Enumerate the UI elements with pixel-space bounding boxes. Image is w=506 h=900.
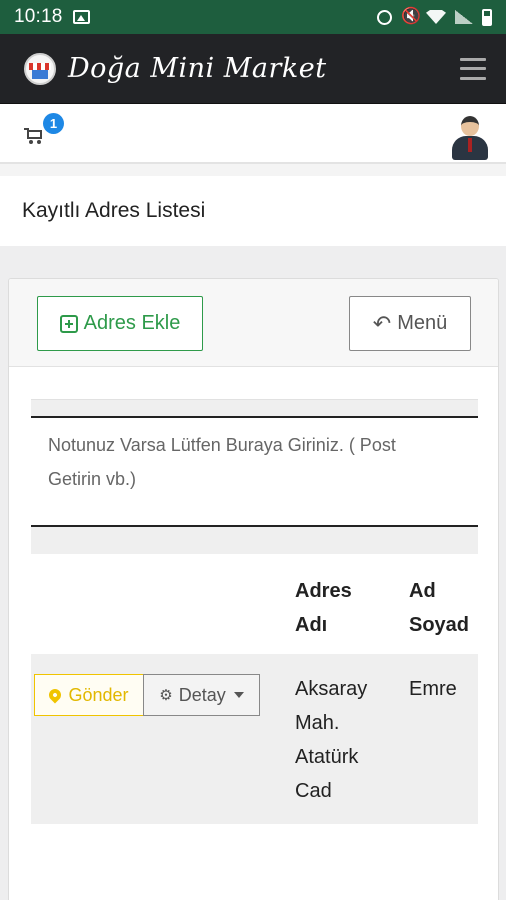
top-navbar: Doğa Mini Market xyxy=(0,34,506,104)
cart-count-badge: 1 xyxy=(43,113,64,134)
header-text: Soyad xyxy=(409,614,470,636)
address-line: Atatürk xyxy=(295,746,359,768)
brand-title[interactable]: Doğa Mini Market xyxy=(68,53,327,84)
add-address-label: Adres Ekle xyxy=(83,312,181,334)
table-row: Gönder ⚙ Detay Aksaray Mah. Atatürk Cad … xyxy=(31,654,478,824)
page-header: Kayıtlı Adres Listesi xyxy=(0,176,506,246)
table-top-bar xyxy=(31,399,478,416)
full-name-cell: Emre xyxy=(409,678,457,700)
plus-square-icon xyxy=(59,314,78,333)
card-header: Adres Ekle ↶ Menü xyxy=(9,279,498,367)
store-logo-icon[interactable] xyxy=(24,52,56,85)
detail-dropdown-button[interactable]: ⚙ Detay xyxy=(143,674,260,716)
column-header-address-name: Adres Adı xyxy=(295,574,352,642)
status-bar: 10:18 🔇 xyxy=(0,0,506,34)
main-content: Adres Ekle ↶ Menü Notunuz Varsa Lütfen B… xyxy=(0,246,506,900)
divider-band xyxy=(0,164,506,176)
detail-label: Detay xyxy=(178,684,226,705)
column-header-full-name: Ad Soyad xyxy=(409,574,469,642)
user-avatar-icon[interactable] xyxy=(452,116,488,160)
sub-toolbar xyxy=(0,104,506,164)
add-address-button[interactable]: Adres Ekle xyxy=(37,296,203,351)
header-text: Adres xyxy=(295,580,352,602)
send-label: Gönder xyxy=(68,684,129,705)
address-line: Mah. xyxy=(295,712,340,734)
alarm-icon xyxy=(377,9,392,25)
header-text: Ad xyxy=(409,580,436,602)
mute-icon: 🔇 xyxy=(401,8,421,25)
cart-icon[interactable] xyxy=(24,128,44,144)
gears-icon: ⚙ xyxy=(159,687,173,704)
address-list: Notunuz Varsa Lütfen Buraya Giriniz. ( P… xyxy=(31,399,478,824)
address-line: Cad xyxy=(295,780,332,802)
note-line-2: Getirin vb.) xyxy=(48,469,137,489)
menu-label: Menü xyxy=(397,312,448,334)
hamburger-icon[interactable] xyxy=(460,57,486,80)
header-text: Adı xyxy=(295,614,328,636)
battery-icon xyxy=(482,8,492,26)
send-button[interactable]: Gönder xyxy=(34,674,144,716)
address-line: Aksaray xyxy=(295,678,368,700)
page-title: Kayıtlı Adres Listesi xyxy=(22,199,206,222)
menu-button[interactable]: ↶ Menü xyxy=(349,296,471,351)
note-textarea[interactable]: Notunuz Varsa Lütfen Buraya Giriniz. ( P… xyxy=(31,418,478,525)
table-header: Adres Adı Ad Soyad xyxy=(31,554,478,654)
status-icons: 🔇 xyxy=(377,8,492,26)
wifi-icon xyxy=(426,10,446,24)
note-line-1: Notunuz Varsa Lütfen Buraya Giriniz. ( P… xyxy=(48,435,396,455)
address-name-cell: Aksaray Mah. Atatürk Cad xyxy=(295,672,395,808)
table-gap-bar xyxy=(31,527,478,554)
reply-all-icon: ↶ xyxy=(372,310,392,336)
map-pin-icon xyxy=(46,686,64,704)
status-time: 10:18 xyxy=(14,6,63,27)
gallery-icon xyxy=(72,10,90,24)
caret-down-icon xyxy=(233,692,244,698)
address-card: Adres Ekle ↶ Menü Notunuz Varsa Lütfen B… xyxy=(8,278,499,900)
signal-icon xyxy=(455,10,473,24)
